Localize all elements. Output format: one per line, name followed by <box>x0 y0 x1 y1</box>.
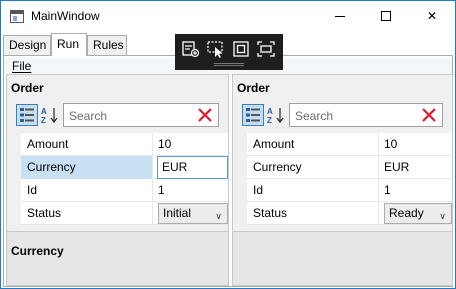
column-divider <box>378 133 379 156</box>
row-gutter <box>7 156 21 179</box>
property-grid-right: Order AZ Search Amount 10 Currency EUR I… <box>232 74 453 286</box>
row-gutter <box>233 156 247 179</box>
search-placeholder: Search <box>69 109 108 123</box>
property-table: Amount 10 Currency EUR Id 1 <box>7 133 228 225</box>
property-row[interactable]: Amount 10 <box>233 133 452 156</box>
chevron-down-icon: ∨ <box>439 212 446 222</box>
property-name: Amount <box>27 137 69 151</box>
tab-run[interactable]: Run <box>51 33 87 56</box>
live-visual-tree-icon[interactable] <box>181 39 201 59</box>
property-table: Amount 10 Currency EUR Id 1 <box>233 133 452 225</box>
property-name: Currency <box>21 156 153 179</box>
tab-content: File Order AZ Search Amount 10 Currency … <box>3 55 453 287</box>
toolbar-grip[interactable] <box>214 63 244 66</box>
property-value[interactable]: EUR <box>380 156 409 179</box>
row-gutter <box>7 179 21 202</box>
property-name: Id <box>253 183 264 197</box>
clear-search-icon[interactable] <box>198 108 212 122</box>
property-name: Status <box>253 206 288 220</box>
status-dropdown[interactable]: Ready ∨ <box>384 203 452 224</box>
property-row[interactable]: Amount 10 <box>7 133 228 156</box>
search-placeholder: Search <box>295 109 334 123</box>
property-value[interactable]: 10 <box>154 133 171 156</box>
property-row[interactable]: Status Ready ∨ <box>233 202 452 225</box>
column-divider <box>152 202 153 225</box>
sort-toolbar: AZ <box>242 104 288 126</box>
property-row-selected[interactable]: Currency EUR <box>7 156 228 179</box>
alphabetical-sort-icon[interactable]: AZ <box>266 105 288 125</box>
minimize-icon <box>335 15 345 17</box>
property-row[interactable]: Id 1 <box>233 179 452 202</box>
currency-textbox[interactable]: EUR <box>157 156 228 179</box>
svg-text:Z: Z <box>41 116 46 125</box>
tab-design[interactable]: Design <box>3 35 51 55</box>
description-pane <box>233 231 452 285</box>
clear-search-icon[interactable] <box>422 108 436 122</box>
column-divider <box>378 179 379 202</box>
menu-file[interactable]: File <box>12 58 31 74</box>
property-name: Status <box>27 206 62 220</box>
property-name: Amount <box>253 137 295 151</box>
status-dropdown[interactable]: Initial ∨ <box>158 203 228 224</box>
property-row[interactable]: Id 1 <box>7 179 228 202</box>
column-divider <box>152 179 153 202</box>
svg-text:Z: Z <box>267 116 272 125</box>
object-title: Order <box>237 81 270 95</box>
debug-toolbar <box>175 34 283 70</box>
search-input[interactable]: Search <box>289 103 443 127</box>
alphabetical-sort-icon[interactable]: AZ <box>40 105 62 125</box>
close-button[interactable]: ✕ <box>409 1 455 31</box>
app-icon <box>10 10 24 23</box>
property-grid-left: Order AZ Search Amount 10 Currency EUR I… <box>6 74 229 286</box>
chevron-down-icon: ∨ <box>215 212 222 222</box>
maximize-icon <box>381 11 391 21</box>
property-name: Currency <box>253 160 302 174</box>
status-dropdown-value: Initial <box>163 206 192 220</box>
categorized-view-icon[interactable] <box>242 104 264 126</box>
object-title: Order <box>11 81 44 95</box>
track-focus-icon[interactable] <box>256 39 276 59</box>
svg-text:A: A <box>41 107 47 116</box>
close-icon: ✕ <box>426 9 438 23</box>
row-gutter <box>233 179 247 202</box>
property-name: Id <box>27 183 38 197</box>
row-gutter <box>7 133 21 156</box>
column-divider <box>152 133 153 156</box>
property-value[interactable]: 1 <box>380 179 391 202</box>
tab-rules[interactable]: Rules <box>87 35 127 55</box>
search-input[interactable]: Search <box>63 103 219 127</box>
title-bar[interactable]: MainWindow ✕ <box>1 1 455 32</box>
description-title: Currency <box>11 244 64 258</box>
row-gutter <box>233 133 247 156</box>
categorized-view-icon[interactable] <box>16 104 38 126</box>
description-pane: Currency <box>7 231 228 285</box>
property-row[interactable]: Currency EUR <box>233 156 452 179</box>
window-title: MainWindow <box>31 9 100 23</box>
select-element-icon[interactable] <box>206 39 226 59</box>
maximize-button[interactable] <box>363 1 409 31</box>
sort-toolbar: AZ <box>16 104 62 126</box>
status-dropdown-value: Ready <box>389 206 424 220</box>
column-divider <box>152 156 153 179</box>
property-value[interactable]: 10 <box>380 133 397 156</box>
column-divider <box>378 202 379 225</box>
minimize-button[interactable] <box>317 1 363 31</box>
svg-text:A: A <box>267 107 273 116</box>
row-gutter <box>233 202 247 225</box>
column-divider <box>378 156 379 179</box>
property-row[interactable]: Status Initial ∨ <box>7 202 228 225</box>
row-gutter <box>7 202 21 225</box>
main-window: MainWindow ✕ Design Run Rules File Order <box>0 0 456 289</box>
property-value[interactable]: 1 <box>154 179 165 202</box>
display-layout-adorners-icon[interactable] <box>231 39 251 59</box>
